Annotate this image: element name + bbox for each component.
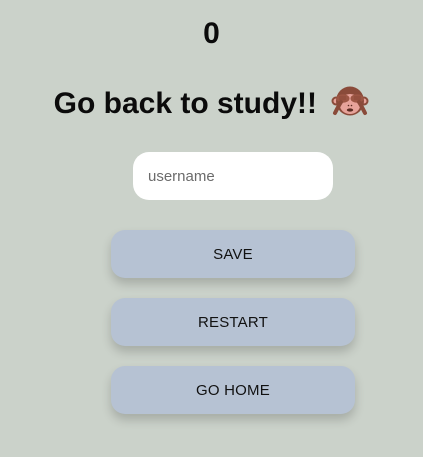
headline-text: Go back to study!!	[53, 87, 317, 120]
headline: Go back to study!!	[0, 84, 423, 124]
go-home-button[interactable]: GO HOME	[111, 366, 355, 414]
score-display: 0	[203, 17, 220, 50]
username-input[interactable]	[133, 152, 333, 200]
restart-button[interactable]: RESTART	[111, 298, 355, 346]
save-button[interactable]: SAVE	[111, 230, 355, 278]
see-no-evil-monkey-icon	[331, 83, 369, 121]
